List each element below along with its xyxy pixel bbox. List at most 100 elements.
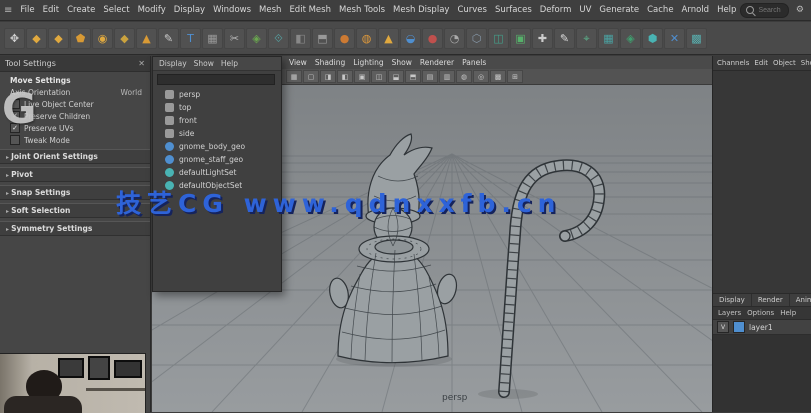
shelf-icon[interactable]: ◉ (92, 28, 113, 49)
search-input[interactable] (758, 7, 782, 14)
menu-item[interactable]: Mesh (255, 3, 285, 17)
layer-editor-menu-item[interactable]: Layers (718, 309, 741, 317)
shelf-icon[interactable]: ⬡ (466, 28, 487, 49)
tool-settings-row[interactable]: Soft Selection (0, 203, 150, 218)
menu-item[interactable]: Modify (134, 3, 170, 17)
shelf-icon[interactable]: ✂ (224, 28, 245, 49)
viewport-menu-item[interactable]: Show (392, 58, 412, 67)
shelf-icon[interactable]: ◈ (246, 28, 267, 49)
outliner-item[interactable]: gnome_body_geo (153, 140, 281, 153)
shelf-icon[interactable]: ▲ (378, 28, 399, 49)
shelf-icon[interactable]: ● (422, 28, 443, 49)
shelf-icon[interactable]: ✚ (532, 28, 553, 49)
viewport-toolbar-icon[interactable]: ◎ (473, 70, 489, 83)
shelf-icon[interactable]: ⬢ (642, 28, 663, 49)
shelf-icon[interactable]: ⬒ (312, 28, 333, 49)
checkbox[interactable] (10, 99, 20, 109)
shelf-icon[interactable]: ◈ (620, 28, 641, 49)
shelf-icon[interactable]: ▩ (686, 28, 707, 49)
viewport-menu-item[interactable]: Lighting (353, 58, 383, 67)
menubar-search[interactable] (740, 3, 788, 18)
shelf-icon[interactable]: ▲ (136, 28, 157, 49)
menu-item[interactable]: Curves (453, 3, 491, 17)
tool-settings-row[interactable]: Symmetry Settings (0, 221, 150, 236)
viewport-menu-item[interactable]: View (289, 58, 307, 67)
outliner-menu-item[interactable]: Show (194, 59, 214, 68)
tool-settings-row[interactable]: Live Object Center (0, 98, 150, 110)
viewport-toolbar-icon[interactable]: ◍ (456, 70, 472, 83)
shelf-icon[interactable]: ▦ (202, 28, 223, 49)
shelf-icon[interactable]: ◍ (356, 28, 377, 49)
menu-item[interactable]: Mesh Tools (335, 3, 389, 17)
menu-item[interactable]: File (16, 3, 38, 17)
shelf-icon[interactable]: ✎ (554, 28, 575, 49)
tool-settings-row[interactable]: Tweak Mode (0, 134, 150, 146)
shelf-icon[interactable]: ⟐ (268, 28, 289, 49)
viewport-toolbar-icon[interactable]: ◫ (371, 70, 387, 83)
menu-item[interactable]: Generate (595, 3, 643, 17)
menu-item[interactable]: UV (575, 3, 595, 17)
viewport-toolbar-icon[interactable]: ⊞ (507, 70, 523, 83)
viewport-toolbar-icon[interactable]: ▣ (354, 70, 370, 83)
outliner-item[interactable]: persp (153, 88, 281, 101)
viewport-toolbar-icon[interactable]: ◨ (320, 70, 336, 83)
close-icon[interactable]: ✕ (138, 59, 145, 68)
viewport-toolbar-icon[interactable]: ⬓ (388, 70, 404, 83)
shelf-icon[interactable]: T (180, 28, 201, 49)
viewport-menu-item[interactable]: Renderer (420, 58, 454, 67)
viewport-toolbar-icon[interactable]: ◧ (337, 70, 353, 83)
tool-settings-row[interactable]: Snap Settings (0, 185, 150, 200)
shelf-icon[interactable]: ◆ (26, 28, 47, 49)
menu-item[interactable]: Cache (643, 3, 677, 17)
outliner-menu-item[interactable]: Help (221, 59, 238, 68)
shelf-icon[interactable]: ● (334, 28, 355, 49)
shelf-icon[interactable]: ✎ (158, 28, 179, 49)
menu-item[interactable]: Edit Mesh (285, 3, 335, 17)
menu-item[interactable]: Help (713, 3, 740, 17)
menu-item[interactable]: Windows (209, 3, 255, 17)
layer-row[interactable]: V layer1 (713, 320, 811, 335)
checkbox[interactable] (10, 123, 20, 133)
menu-item[interactable]: Display (170, 3, 209, 17)
layer-editor-tab[interactable]: Render (752, 294, 790, 306)
channel-box-menu-item[interactable]: Channels (717, 59, 749, 67)
layer-editor-tab[interactable]: Anim (790, 294, 811, 306)
shelf-icon[interactable]: ◆ (48, 28, 69, 49)
viewport-menu-item[interactable]: Shading (315, 58, 345, 67)
tool-settings-row[interactable]: Joint Orient Settings (0, 149, 150, 164)
outliner-item[interactable]: defaultObjectSet (153, 179, 281, 192)
shelf-icon[interactable]: ✥ (4, 28, 25, 49)
shelf-icon[interactable]: ◫ (488, 28, 509, 49)
layer-visibility-toggle[interactable]: V (717, 321, 729, 333)
shelf-icon[interactable]: ⌖ (576, 28, 597, 49)
viewport-menu-item[interactable]: Panels (462, 58, 486, 67)
menu-item[interactable]: Create (63, 3, 99, 17)
layer-color-swatch[interactable] (733, 321, 745, 333)
shelf-icon[interactable]: ▣ (510, 28, 531, 49)
viewport-toolbar-icon[interactable]: ▤ (422, 70, 438, 83)
outliner-menu-item[interactable]: Display (159, 59, 187, 68)
viewport-toolbar-icon[interactable]: ▥ (439, 70, 455, 83)
channel-box-menu-item[interactable]: Show (801, 59, 811, 67)
outliner-search-input[interactable] (157, 74, 275, 85)
channel-box-menu-item[interactable]: Object (773, 59, 796, 67)
outliner-item[interactable]: top (153, 101, 281, 114)
menu-item[interactable]: Edit (39, 3, 63, 17)
viewport-toolbar-icon[interactable]: ⬒ (405, 70, 421, 83)
outliner-item[interactable]: side (153, 127, 281, 140)
outliner-item[interactable]: gnome_staff_geo (153, 153, 281, 166)
shelf-icon[interactable]: ◒ (400, 28, 421, 49)
tool-settings-row[interactable]: Preserve UVs (0, 122, 150, 134)
checkbox[interactable] (10, 135, 20, 145)
shelf-icon[interactable]: ◆ (114, 28, 135, 49)
layer-editor-menu-item[interactable]: Options (747, 309, 774, 317)
shelf-icon[interactable]: ▦ (598, 28, 619, 49)
tool-settings-row[interactable]: Axis Orientation World (0, 86, 150, 98)
menu-item[interactable]: Arnold (678, 3, 714, 17)
tool-settings-row[interactable]: Preserve Children (0, 110, 150, 122)
menu-item[interactable]: Mesh Display (389, 3, 453, 17)
menu-item[interactable]: Surfaces (491, 3, 536, 17)
tool-settings-row[interactable]: Move Settings (0, 74, 150, 86)
menu-item[interactable]: Deform (536, 3, 576, 17)
shelf-icon[interactable]: ◧ (290, 28, 311, 49)
